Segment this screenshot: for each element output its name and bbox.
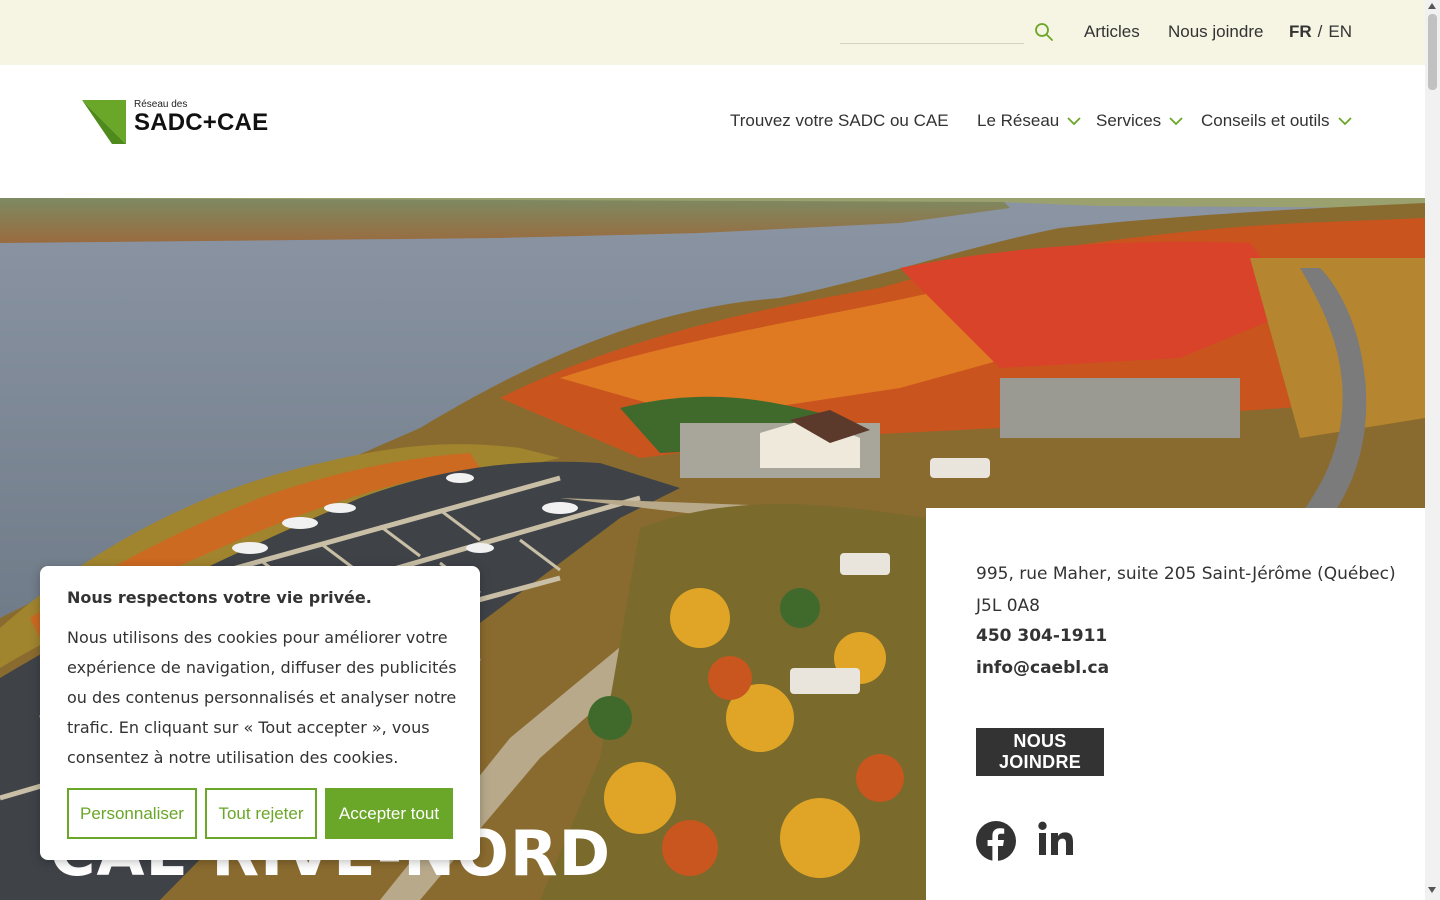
customize-button[interactable]: Personnaliser [67,788,197,839]
chevron-down-icon [1067,117,1081,126]
language-switcher: FR / EN [1289,22,1352,42]
accept-all-button[interactable]: Accepter tout [325,788,453,839]
lang-separator: / [1317,22,1323,41]
chevron-down-icon [1337,117,1352,126]
scroll-down-arrow-icon[interactable] [1428,887,1436,893]
nav-label: Trouvez votre SADC ou CAE [730,111,949,130]
lang-en[interactable]: EN [1328,22,1352,41]
nav-conseils-outils[interactable]: Conseils et outils [1201,111,1352,131]
contact-address: 995, rue Maher, suite 205 Saint-Jérôme (… [976,564,1396,616]
top-utility-bar: Articles Nous joindre FR / EN [0,0,1425,65]
site-logo[interactable]: Réseau des SADC+CAE [82,99,268,145]
cookie-title: Nous respectons votre vie privée. [67,588,372,607]
cookie-description: Nous utilisons des cookies pour améliore… [67,628,457,767]
nav-le-reseau[interactable]: Le Réseau [977,111,1081,131]
logo-triangle-icon [82,100,126,144]
scroll-up-arrow-icon[interactable] [1428,3,1436,9]
nav-label: Services [1096,111,1162,130]
contact-email[interactable]: info@caebl.ca [976,658,1109,678]
contact-phone[interactable]: 450 304-1911 [976,626,1107,646]
scrollbar-thumb[interactable] [1428,14,1437,90]
logo-main-text: SADC+CAE [134,109,269,136]
chevron-down-icon [1169,117,1183,126]
contact-link[interactable]: Nous joindre [1168,22,1263,42]
contact-card: 995, rue Maher, suite 205 Saint-Jérôme (… [926,508,1425,900]
reject-all-button[interactable]: Tout rejeter [205,788,317,839]
cookie-consent-banner: Nous respectons votre vie privée. Nous u… [40,566,480,860]
nav-label: Le Réseau [977,111,1060,130]
search-input[interactable] [840,20,1024,44]
lang-fr[interactable]: FR [1289,22,1312,41]
nav-find-sadc[interactable]: Trouvez votre SADC ou CAE [730,111,949,131]
nav-label: Conseils et outils [1201,111,1330,130]
facebook-icon[interactable] [976,821,1016,861]
site-header: Réseau des SADC+CAE Trouvez votre SADC o… [0,65,1425,198]
linkedin-icon[interactable] [1038,821,1074,857]
nav-services[interactable]: Services [1096,111,1183,131]
page-scrollbar[interactable] [1425,0,1440,900]
articles-link[interactable]: Articles [1084,22,1140,42]
nous-joindre-button[interactable]: NOUS JOINDRE [976,728,1104,776]
search-icon[interactable] [1034,22,1054,42]
